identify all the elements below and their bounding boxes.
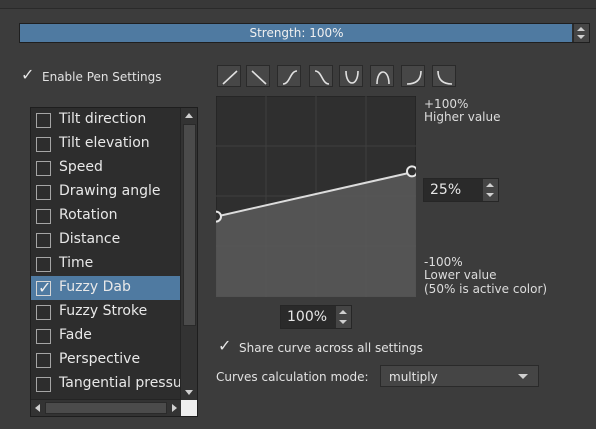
curve-preset-button[interactable] xyxy=(339,65,363,87)
y-value: 25% xyxy=(430,182,462,198)
enable-pen-settings-label: Enable Pen Settings xyxy=(42,70,162,84)
curve-j-icon xyxy=(345,70,359,84)
calc-mode-dropdown[interactable]: multiply xyxy=(380,365,539,387)
sensor-label: Tilt elevation xyxy=(59,135,150,151)
top-divider xyxy=(0,0,596,9)
sensor-item[interactable]: Fuzzy Dab xyxy=(31,276,181,300)
x-value-spinbox[interactable]: 100% xyxy=(280,305,352,329)
sensor-checkbox[interactable] xyxy=(36,185,51,200)
sensor-label: Speed xyxy=(59,159,103,175)
sensor-item[interactable]: Fade xyxy=(31,324,181,348)
sensor-item[interactable]: Tilt elevation xyxy=(31,132,181,156)
curve-preset-button[interactable] xyxy=(370,65,394,87)
share-curve-label: Share curve across all settings xyxy=(239,341,423,355)
sensor-checkbox[interactable] xyxy=(36,353,51,368)
spin-up-icon[interactable] xyxy=(339,310,347,314)
curve-editor[interactable] xyxy=(216,96,416,297)
scroll-left-icon[interactable] xyxy=(35,404,40,412)
sensor-label: Tilt direction xyxy=(59,111,147,127)
sensor-checkbox[interactable] xyxy=(36,209,51,224)
sensor-checkbox[interactable] xyxy=(36,305,51,320)
strength-slider[interactable]: Strength: 100% xyxy=(19,23,590,43)
sensor-label: Drawing angle xyxy=(59,183,161,199)
sensor-list-items: Tilt direction Tilt elevation Speed Drawing… xyxy=(31,108,181,400)
sensor-checkbox[interactable] xyxy=(36,278,51,297)
spin-down-icon[interactable] xyxy=(577,35,585,39)
y-spin-buttons[interactable] xyxy=(483,179,498,201)
sensor-label: Fade xyxy=(59,327,92,343)
share-curve-checkbox[interactable] xyxy=(218,336,231,355)
curve-reverse-s-icon xyxy=(314,70,330,85)
sensor-checkbox[interactable] xyxy=(36,137,51,152)
spin-down-icon[interactable] xyxy=(339,320,347,324)
sensor-item[interactable]: Rotation xyxy=(31,204,181,228)
sensor-checkbox[interactable] xyxy=(36,233,51,248)
curve-preset-button[interactable] xyxy=(309,65,333,87)
horizontal-scroll-thumb[interactable] xyxy=(45,402,167,414)
sensor-label: Fuzzy Stroke xyxy=(59,303,148,319)
curve-arch-icon xyxy=(406,70,422,85)
sensor-checkbox[interactable] xyxy=(36,113,51,128)
curve-start-point[interactable] xyxy=(216,210,222,223)
sensor-list[interactable]: Tilt direction Tilt elevation Speed Drawing… xyxy=(30,107,198,417)
curve-reverse-arch-icon xyxy=(437,70,453,85)
sensor-label: Rotation xyxy=(59,207,118,223)
curve-linear-icon xyxy=(222,70,238,85)
curve-reverse-linear-icon xyxy=(251,70,267,85)
x-value: 100% xyxy=(287,309,328,325)
scroll-down-icon[interactable] xyxy=(185,390,193,395)
curve-end-point[interactable] xyxy=(406,165,416,178)
curve-bottom-description: Lower value xyxy=(424,268,497,282)
vertical-scroll-thumb[interactable] xyxy=(183,124,196,326)
enable-pen-settings-checkbox[interactable] xyxy=(21,65,34,84)
curve-preset-button[interactable] xyxy=(246,65,270,87)
vertical-scrollbar[interactable] xyxy=(180,108,197,400)
curve-preset-button[interactable] xyxy=(432,65,456,87)
x-spin-buttons[interactable] xyxy=(336,306,351,328)
scroll-up-icon[interactable] xyxy=(185,113,193,118)
sensor-checkbox[interactable] xyxy=(36,257,51,272)
spin-down-icon[interactable] xyxy=(486,193,494,197)
sensor-item[interactable]: Perspective xyxy=(31,348,181,372)
scroll-right-icon[interactable] xyxy=(172,404,177,412)
chevron-down-icon xyxy=(518,374,528,379)
sensor-label: Time xyxy=(59,255,94,271)
sensor-item[interactable]: Drawing angle xyxy=(31,180,181,204)
sensor-label: Perspective xyxy=(59,351,141,367)
sensor-label: Distance xyxy=(59,231,121,247)
curve-top-description: Higher value xyxy=(424,110,501,124)
curve-s-icon xyxy=(282,70,298,85)
curve-preset-button[interactable] xyxy=(401,65,425,87)
strength-spin-buttons[interactable] xyxy=(574,24,589,42)
calc-mode-value: multiply xyxy=(389,370,438,384)
spin-up-icon[interactable] xyxy=(577,27,585,31)
strength-label: Strength: 100% xyxy=(249,26,344,40)
horizontal-scrollbar[interactable] xyxy=(31,399,181,416)
scroll-corner xyxy=(181,400,197,416)
sensor-label: Tangential pressure xyxy=(59,375,181,391)
sensor-item[interactable]: Time xyxy=(31,252,181,276)
sensor-checkbox[interactable] xyxy=(36,329,51,344)
curve-preset-button[interactable] xyxy=(217,65,241,87)
sensor-checkbox[interactable] xyxy=(36,161,51,176)
sensor-item[interactable]: Fuzzy Stroke xyxy=(31,300,181,324)
curve-bottom-note: (50% is active color) xyxy=(424,282,548,296)
sensor-item[interactable]: Distance xyxy=(31,228,181,252)
sensor-label: Fuzzy Dab xyxy=(59,279,131,295)
spin-up-icon[interactable] xyxy=(486,183,494,187)
y-value-spinbox[interactable]: 25% xyxy=(423,178,499,202)
curve-l-icon xyxy=(376,71,390,85)
curve-preset-button[interactable] xyxy=(277,65,301,87)
sensor-checkbox[interactable] xyxy=(36,377,51,392)
sensor-item[interactable]: Tilt direction xyxy=(31,108,181,132)
sensor-item[interactable]: Speed xyxy=(31,156,181,180)
sensor-item[interactable]: Tangential pressure xyxy=(31,372,181,396)
calc-mode-label: Curves calculation mode: xyxy=(216,370,369,384)
